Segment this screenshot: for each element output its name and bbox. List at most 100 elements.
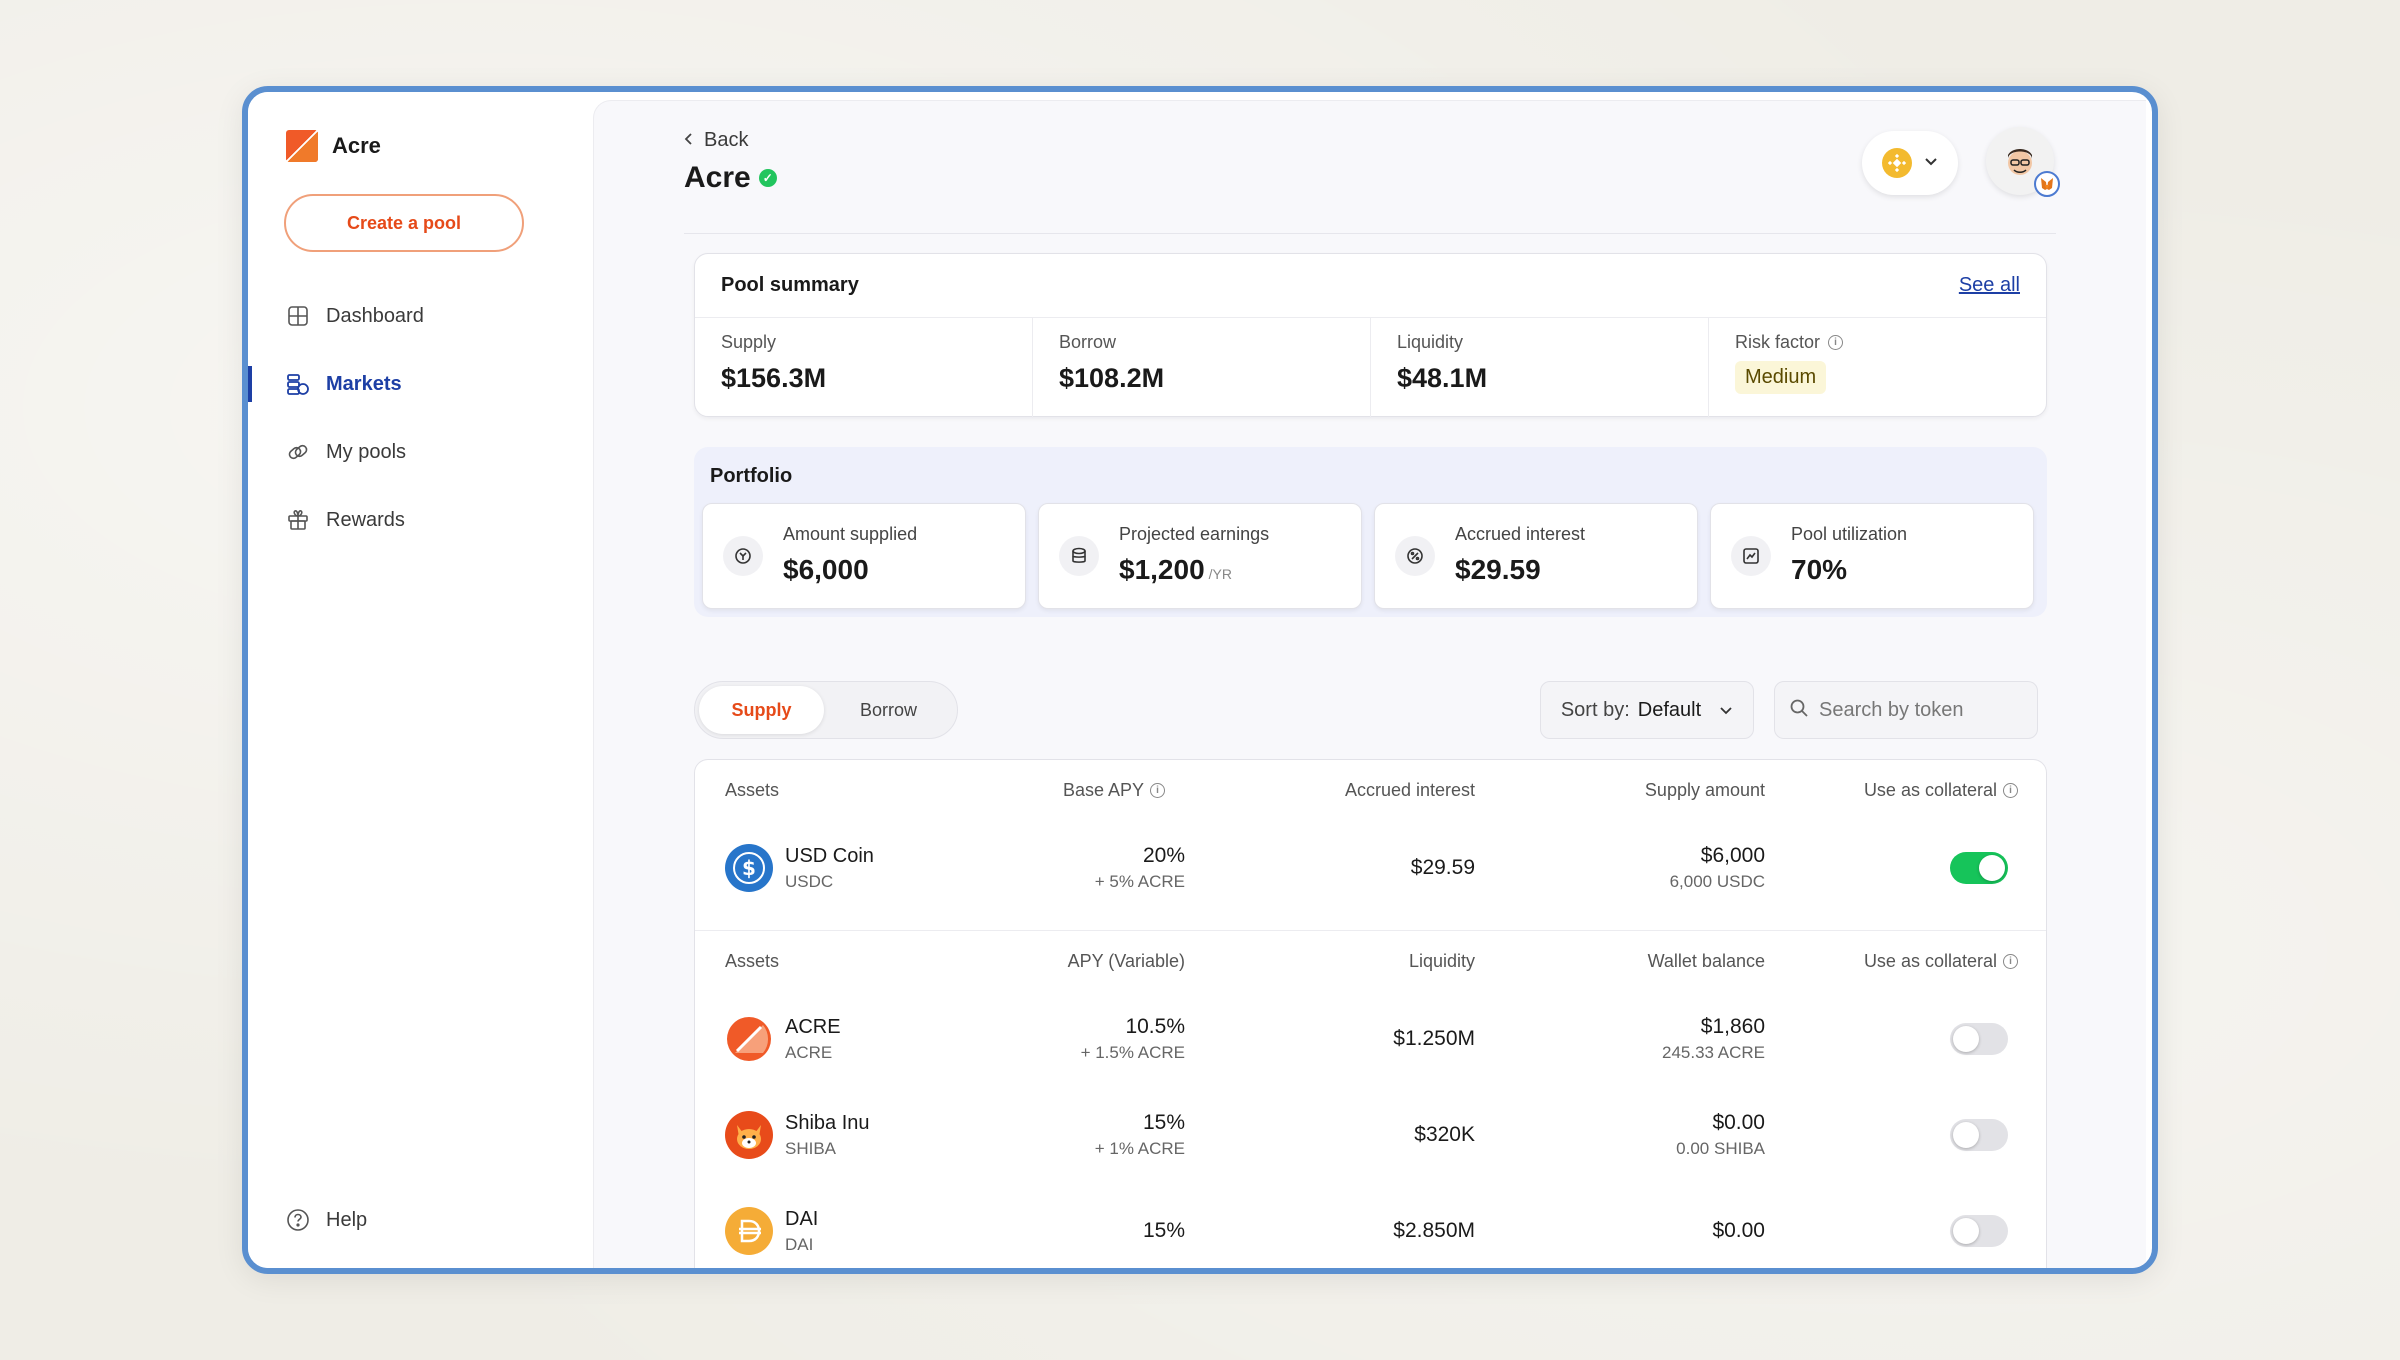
portfolio-card-label: Accrued interest	[1455, 524, 1586, 544]
svg-text:$: $	[742, 856, 756, 880]
logo[interactable]: Acre	[286, 130, 381, 162]
header-divider	[684, 233, 2056, 234]
create-pool-button[interactable]: Create a pool	[284, 194, 524, 252]
collateral-cell	[1765, 1023, 2046, 1055]
apy-cell: 10.5% + 1.5% ACRE	[985, 1015, 1185, 1063]
stat-liquidity: Liquidity $48.1M	[1371, 318, 1709, 418]
portfolio-card-accrued-interest: Accrued interest $29.59	[1374, 503, 1698, 609]
sort-dropdown[interactable]: Sort by: Default	[1540, 681, 1754, 739]
col-header-apy: APY (Variable)	[1067, 950, 1185, 971]
portfolio-card-value: $29.59	[1455, 554, 1541, 586]
table-row[interactable]: DAI DAI 15% $2.850M $0.00	[695, 1183, 2046, 1268]
liquidity-cell: $2.850M	[1185, 1219, 1475, 1243]
liquidity-cell: $1.250M	[1185, 1027, 1475, 1051]
portfolio-card-pool-utilization: Pool utilization 70%	[1710, 503, 2034, 609]
collateral-toggle[interactable]	[1950, 1119, 2008, 1151]
collateral-toggle[interactable]	[1950, 852, 2008, 884]
sidebar-item-dashboard[interactable]: Dashboard	[248, 282, 593, 350]
collateral-cell	[1765, 1119, 2046, 1151]
pool-summary-title: Pool summary	[721, 274, 859, 296]
accrued-value: $29.59	[1410, 856, 1475, 879]
portfolio-card-projected-earnings: Projected earnings $1,200/YR	[1038, 503, 1362, 609]
wallet-cell: $1,860 245.33 ACRE	[1475, 1015, 1765, 1063]
help-circle-icon	[286, 1208, 310, 1232]
pool-summary-stats: Supply $156.3M Borrow $108.2M Liquidity …	[695, 318, 2046, 418]
user-avatar[interactable]	[1986, 127, 2060, 197]
sidebar-item-rewards[interactable]: Rewards	[248, 486, 593, 554]
chevron-down-icon	[1924, 154, 1938, 172]
dai-coin-icon	[725, 1207, 773, 1255]
sort-value: Default	[1637, 698, 1702, 721]
table-header: Assets Base APY i Accrued interest Supply…	[695, 760, 2046, 820]
table-row[interactable]: $ USD Coin USDC 20% + 5% ACRE $29.59 $6,…	[695, 820, 2046, 916]
network-selector[interactable]	[1862, 131, 1958, 195]
search-input[interactable]	[1819, 698, 2039, 722]
sidebar-item-label: Markets	[326, 372, 402, 395]
portfolio-card-unit: /YR	[1208, 566, 1232, 582]
table-row[interactable]: ACRE ACRE 10.5% + 1.5% ACRE $1.250M $1,8…	[695, 991, 2046, 1087]
sidebar: Acre Create a pool Dashboard Markets My	[248, 92, 593, 1268]
apy-bonus: + 1.5% ACRE	[1080, 1043, 1185, 1062]
stat-supply: Supply $156.3M	[695, 318, 1033, 418]
sidebar-item-label: My pools	[326, 440, 407, 463]
asset-name: Shiba Inu	[785, 1111, 870, 1134]
amount-token: 6,000 USDC	[1669, 872, 1765, 891]
sidebar-item-label: Rewards	[326, 508, 405, 531]
table-header: Assets APY (Variable) Liquidity Wallet b…	[695, 931, 2046, 991]
portfolio-section: Portfolio Amount supplied $6,000 Project…	[694, 447, 2047, 617]
chevron-down-icon	[1719, 699, 1733, 722]
accrued-cell: $29.59	[1185, 856, 1475, 880]
chevron-left-icon	[684, 129, 694, 152]
see-all-link[interactable]: See all	[1959, 274, 2020, 297]
sidebar-item-my-pools[interactable]: My pools	[248, 418, 593, 486]
collateral-toggle[interactable]	[1950, 1215, 2008, 1247]
info-icon[interactable]: i	[2003, 782, 2018, 798]
col-header-collateral: Use as collateral i	[1765, 951, 2046, 972]
table-row[interactable]: Shiba Inu SHIBA 15% + 1% ACRE $320K $0.0…	[695, 1087, 2046, 1183]
asset-name: ACRE	[785, 1015, 841, 1038]
apy-cell: 20% + 5% ACRE	[985, 844, 1185, 892]
verified-check-icon: ✓	[758, 169, 777, 187]
acre-coin-icon	[725, 1015, 773, 1063]
main-content: Back Acre ✓ Pool summary See all Supply …	[593, 100, 2146, 1268]
amount-value: $6,000	[1700, 844, 1765, 867]
info-icon[interactable]: i	[1150, 782, 1165, 798]
portfolio-card-amount-supplied: Amount supplied $6,000	[702, 503, 1026, 609]
stat-label: Supply	[721, 332, 777, 352]
portfolio-card-value-text: $1,200	[1119, 554, 1205, 585]
col-header-label: Use as collateral	[1863, 779, 1997, 800]
asset-cell: $ USD Coin USDC	[695, 844, 985, 892]
info-icon[interactable]: i	[1828, 335, 1844, 350]
apy-cell: 15% + 1% ACRE	[985, 1111, 1185, 1159]
col-header-label: Base APY	[1062, 779, 1144, 800]
stat-label: Liquidity	[1397, 332, 1464, 352]
wallet-token: 245.33 ACRE	[1661, 1043, 1765, 1062]
risk-factor-label: Risk factor	[1735, 332, 1821, 352]
pool-summary-card: Pool summary See all Supply $156.3M Borr…	[694, 253, 2047, 418]
risk-badge: Medium	[1735, 361, 1827, 394]
info-icon[interactable]: i	[2003, 953, 2018, 969]
supply-arrow-icon	[723, 536, 763, 576]
apy-cell: 15%	[985, 1219, 1185, 1243]
apy-value: 10.5%	[1125, 1015, 1185, 1038]
collateral-toggle[interactable]	[1950, 1023, 2008, 1055]
sidebar-item-markets[interactable]: Markets	[248, 350, 593, 418]
sidebar-item-label: Dashboard	[326, 304, 424, 327]
col-header-collateral: Use as collateral i	[1765, 779, 2046, 801]
app-name: Acre	[332, 133, 381, 158]
wallet-cell: $0.00	[1475, 1219, 1765, 1243]
chart-icon	[1731, 536, 1771, 576]
liquidity-value: $1.250M	[1393, 1027, 1475, 1050]
portfolio-title: Portfolio	[710, 465, 793, 487]
collateral-cell	[1765, 1215, 2046, 1247]
tab-supply[interactable]: Supply	[699, 686, 825, 734]
help-link[interactable]: Help	[286, 1208, 367, 1232]
back-link[interactable]: Back	[684, 129, 748, 152]
tab-borrow[interactable]: Borrow	[824, 686, 953, 734]
link-icon	[286, 440, 310, 464]
search-box	[1774, 681, 2039, 739]
col-header-wallet-balance: Wallet balance	[1647, 950, 1765, 971]
database-icon	[1059, 536, 1099, 576]
pool-summary-header: Pool summary See all	[695, 254, 2046, 318]
back-label: Back	[704, 129, 749, 151]
